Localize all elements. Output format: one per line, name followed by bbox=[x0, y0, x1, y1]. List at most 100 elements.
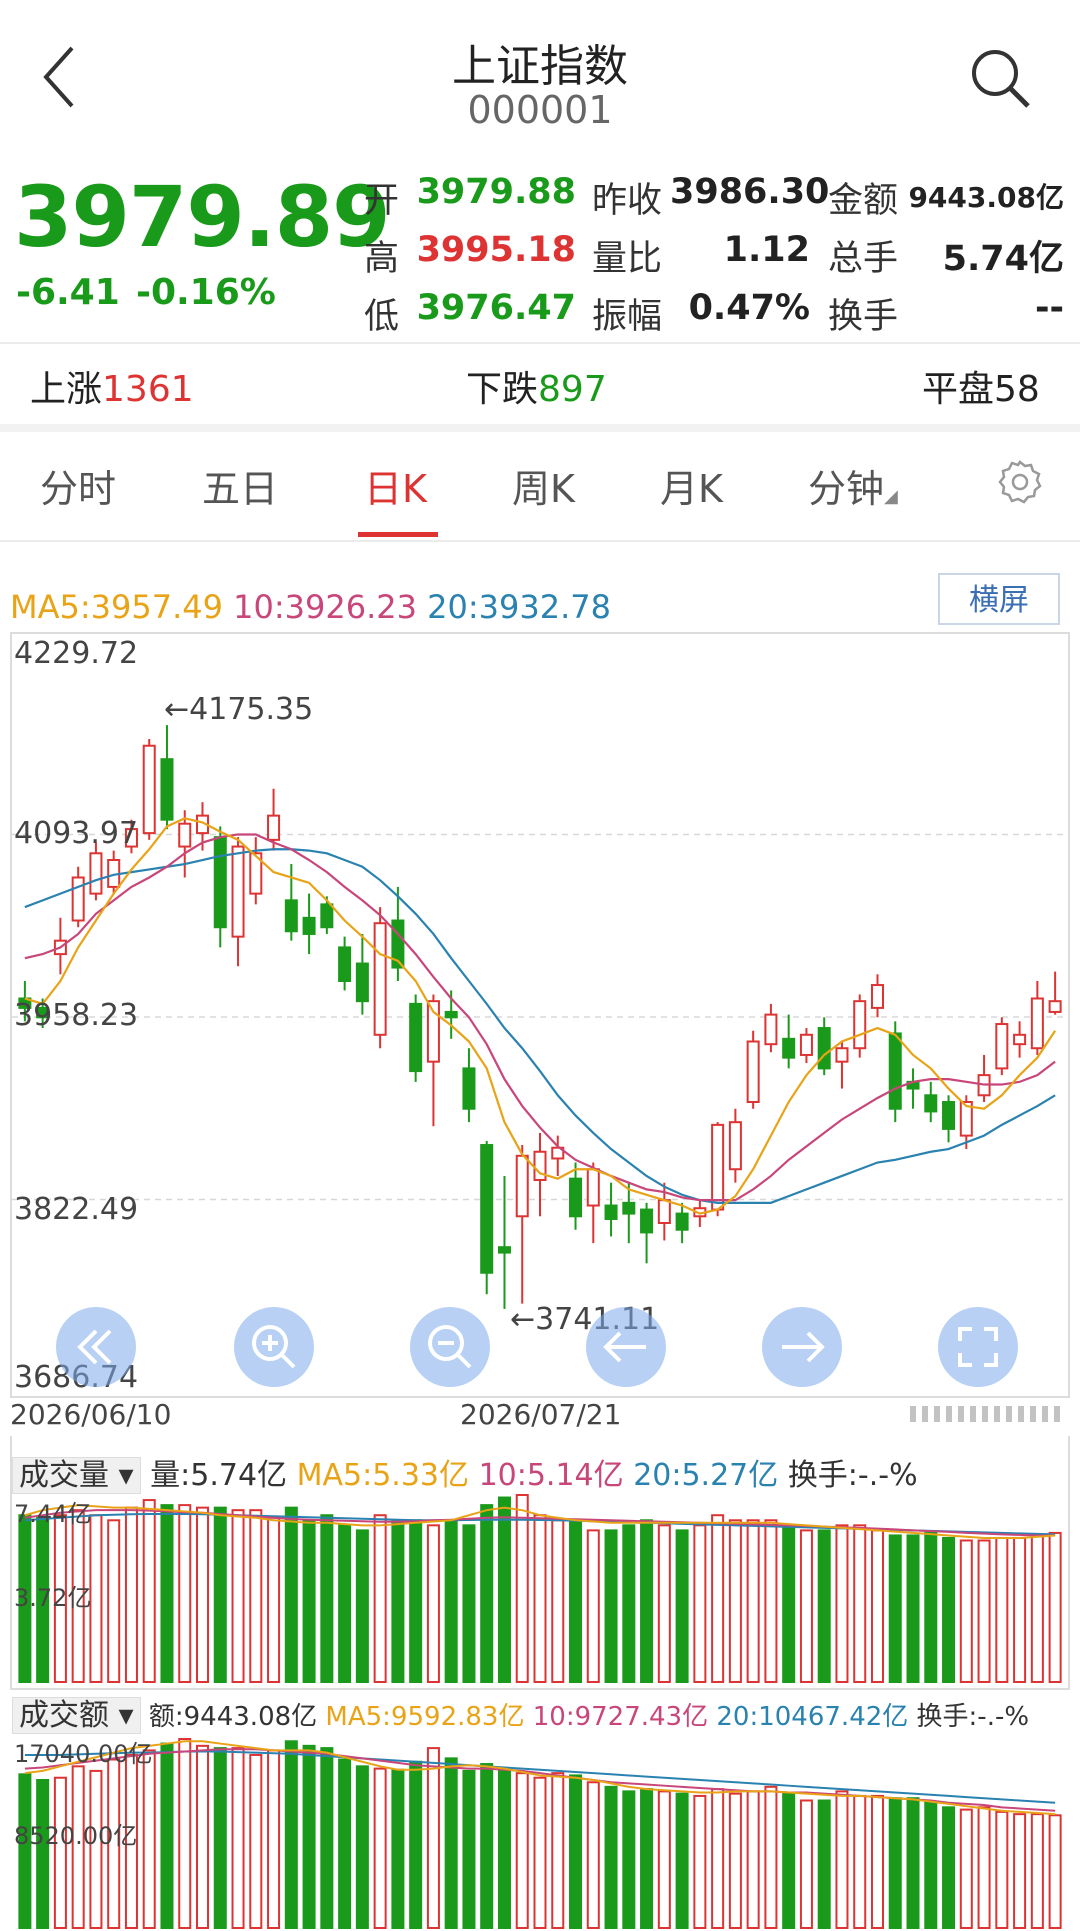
amount-bar bbox=[657, 1790, 671, 1929]
tab-intraday[interactable]: 分时 bbox=[40, 458, 116, 513]
advancers-label: 上涨 bbox=[30, 369, 103, 410]
prev-close-value: 3986.30 bbox=[670, 172, 830, 212]
tab-daily-k[interactable]: 日K bbox=[364, 458, 427, 513]
amount-bar bbox=[977, 1806, 991, 1929]
volume-selector[interactable]: 成交量 ▾ bbox=[12, 1457, 141, 1494]
amount-value: 9443.08亿 bbox=[908, 181, 1064, 214]
high-label: 高 bbox=[364, 239, 400, 279]
high-value: 3995.18 bbox=[416, 230, 576, 270]
vol-ratio-value: 1.12 bbox=[723, 230, 810, 270]
tab-weekly-k[interactable]: 周K bbox=[512, 458, 575, 513]
amount-bar bbox=[231, 1747, 245, 1930]
amount-bar bbox=[196, 1744, 210, 1929]
arrow-right-icon[interactable] bbox=[762, 1307, 842, 1387]
amount-bar bbox=[870, 1794, 884, 1930]
amount-bar bbox=[355, 1765, 369, 1930]
open-label: 开 bbox=[364, 181, 400, 221]
fullscreen-icon[interactable] bbox=[938, 1307, 1018, 1387]
amplitude-value: 0.47% bbox=[688, 288, 810, 328]
amount-bar bbox=[426, 1747, 440, 1930]
amount-bar bbox=[373, 1767, 387, 1930]
divider bbox=[0, 424, 1080, 432]
amount-bar bbox=[284, 1740, 298, 1929]
amount-bar bbox=[409, 1760, 423, 1929]
y-tick-label: 4229.72 bbox=[14, 636, 139, 671]
volume-value: 量:5.74亿 bbox=[150, 1458, 288, 1493]
volume-header: 成交量 ▾ 量:5.74亿 MA5:5.33亿 10:5.14亿 20:5.27… bbox=[12, 1450, 918, 1494]
total-hands-label: 总手 bbox=[828, 239, 899, 279]
arrow-left-icon[interactable] bbox=[586, 1307, 666, 1387]
amount-y-mid: 8520.00亿 bbox=[14, 1822, 138, 1850]
dropdown-triangle-icon: ◢ bbox=[884, 486, 898, 507]
zoom-in-icon[interactable] bbox=[234, 1307, 314, 1387]
amount-ma5-line bbox=[24, 1740, 1056, 1816]
amount-bar bbox=[551, 1772, 565, 1929]
amount-bar bbox=[320, 1747, 334, 1930]
tab-five-day[interactable]: 五日 bbox=[202, 458, 278, 513]
volume-y-max: 7.44亿 bbox=[14, 1500, 92, 1528]
page-title: 上证指数 bbox=[452, 41, 628, 92]
amount-bar bbox=[160, 1742, 174, 1929]
prev-close-label: 昨收 bbox=[592, 181, 663, 221]
amount-header: 成交额 ▾ 额:9443.08亿 MA5:9592.83亿 10:9727.43… bbox=[12, 1690, 1029, 1734]
landscape-button[interactable]: 横屏 bbox=[938, 573, 1060, 625]
amount-bar bbox=[817, 1799, 831, 1930]
amount-bar bbox=[586, 1781, 600, 1930]
volume-ma5: MA5:5.33亿 bbox=[296, 1458, 470, 1493]
ma5-legend: MA5:3957.49 bbox=[10, 588, 223, 626]
amount-bar bbox=[480, 1763, 494, 1930]
amount-bar bbox=[53, 1776, 67, 1929]
unchanged-count: 58 bbox=[994, 369, 1040, 410]
volume-ma20: 20:5.27亿 bbox=[633, 1458, 779, 1493]
tab-monthly-k[interactable]: 月K bbox=[660, 458, 723, 513]
amount-bar bbox=[213, 1747, 227, 1930]
index-code: 000001 bbox=[467, 88, 613, 132]
unchanged-label: 平盘 bbox=[922, 369, 995, 410]
gear-icon[interactable] bbox=[996, 458, 1044, 506]
amount-ma20-line bbox=[24, 1750, 1056, 1804]
y-tick-label: 3958.23 bbox=[14, 998, 139, 1033]
amount-label: 金额 bbox=[828, 181, 899, 221]
total-hands-value: 5.74亿 bbox=[942, 239, 1064, 279]
amount-ma10-line bbox=[24, 1748, 1056, 1812]
low-value: 3976.47 bbox=[416, 288, 576, 328]
unchanged: 平盘58 bbox=[922, 360, 1040, 412]
amount-bar bbox=[1048, 1814, 1062, 1929]
kline-panel bbox=[10, 632, 1070, 1398]
amount-value-text: 额:9443.08亿 bbox=[148, 1702, 318, 1732]
amount-bar bbox=[18, 1773, 32, 1930]
search-icon[interactable] bbox=[968, 46, 1032, 110]
amount-bar bbox=[728, 1792, 742, 1929]
amount-bar bbox=[835, 1790, 849, 1929]
y-tick-label: 4093.97 bbox=[14, 816, 139, 851]
amount-bar bbox=[693, 1794, 707, 1930]
decliners-label: 下跌 bbox=[466, 369, 539, 410]
decliners: 下跌897 bbox=[466, 360, 607, 412]
open-value: 3979.88 bbox=[416, 172, 576, 212]
amount-bar bbox=[764, 1785, 778, 1929]
zoom-out-icon[interactable] bbox=[410, 1307, 490, 1387]
scroll-indicator[interactable] bbox=[910, 1406, 1060, 1422]
amount-bar bbox=[746, 1790, 760, 1929]
low-label: 低 bbox=[364, 297, 400, 337]
amount-bar bbox=[1030, 1813, 1044, 1930]
amount-bar bbox=[906, 1797, 920, 1930]
amount-bar bbox=[959, 1808, 973, 1929]
tab-minute[interactable]: 分钟◢ bbox=[808, 458, 898, 513]
amount-selector[interactable]: 成交额 ▾ bbox=[12, 1697, 141, 1734]
turnover-value: -- bbox=[1034, 288, 1064, 328]
amount-bar bbox=[1013, 1813, 1027, 1930]
amplitude-label: 振幅 bbox=[592, 297, 663, 337]
amount-bar bbox=[853, 1794, 867, 1930]
amount-bar bbox=[249, 1753, 263, 1929]
amount-bar bbox=[497, 1767, 511, 1930]
volume-ma10: 10:5.14亿 bbox=[478, 1458, 624, 1493]
ma20-legend: 20:3932.78 bbox=[427, 588, 611, 626]
amount-bar bbox=[888, 1797, 902, 1930]
amount-tag-label: 成交额 bbox=[19, 1698, 109, 1733]
amount-bar bbox=[622, 1790, 636, 1929]
max-annotation: ←4175.35 bbox=[164, 692, 314, 727]
double-left-icon[interactable] bbox=[56, 1307, 136, 1387]
amount-bar bbox=[942, 1806, 956, 1929]
amount-bar bbox=[711, 1788, 725, 1929]
